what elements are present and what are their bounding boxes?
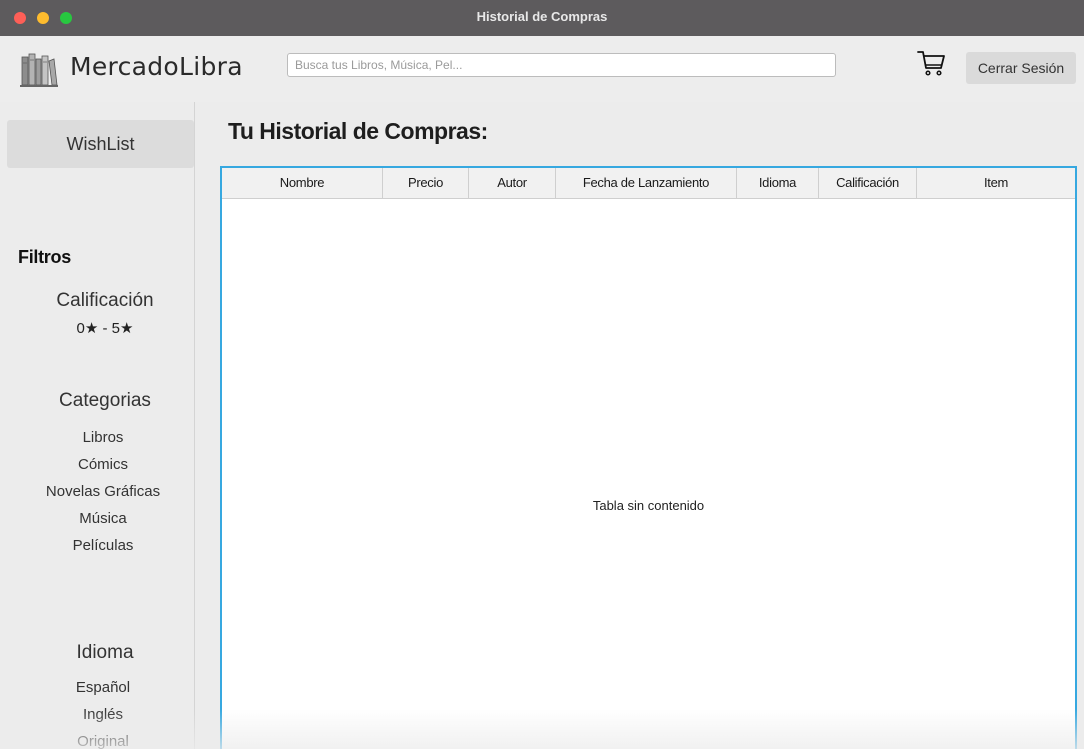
category-item-comics[interactable]: Cómics (0, 456, 206, 473)
brand-name: MercadoLibra (70, 52, 243, 81)
language-item-espanol[interactable]: Español (0, 679, 206, 696)
filters-title: Filtros (18, 247, 71, 267)
empty-table-message: Tabla sin contenido (592, 498, 705, 513)
language-item-original[interactable]: Original (0, 733, 206, 749)
sidebar: WishList Filtros Calificación 0★ - 5★ Ca… (0, 102, 195, 749)
window-title: Historial de Compras (476, 9, 608, 24)
column-header-nombre[interactable]: Nombre (222, 168, 383, 198)
language-item-ingles[interactable]: Inglés (0, 706, 206, 723)
category-item-novelas-graficas[interactable]: Novelas Gráficas (0, 483, 206, 500)
cart-icon[interactable] (916, 48, 946, 78)
rating-range[interactable]: 0★ - 5★ (0, 319, 210, 337)
search-input[interactable] (287, 53, 836, 77)
app-header: MercadoLibra Cerrar Sesión (0, 36, 1084, 102)
column-header-fecha-lanzamiento[interactable]: Fecha de Lanzamiento (556, 168, 737, 198)
wishlist-button[interactable]: WishList (7, 120, 194, 168)
column-header-precio[interactable]: Precio (383, 168, 469, 198)
column-header-idioma[interactable]: Idioma (737, 168, 819, 198)
logout-button[interactable]: Cerrar Sesión (966, 52, 1076, 84)
column-header-calificacion[interactable]: Calificación (819, 168, 917, 198)
categories-filter-title: Categorias (59, 390, 151, 411)
table-header: Nombre Precio Autor Fecha de Lanzamiento… (222, 168, 1075, 199)
column-header-autor[interactable]: Autor (469, 168, 556, 198)
column-header-item[interactable]: Item (917, 168, 1075, 198)
category-item-libros[interactable]: Libros (0, 429, 206, 446)
window-titlebar: Historial de Compras (0, 0, 1084, 36)
category-item-peliculas[interactable]: Películas (0, 537, 206, 554)
category-item-musica[interactable]: Música (0, 510, 206, 527)
purchase-history-table[interactable]: Nombre Precio Autor Fecha de Lanzamiento… (220, 166, 1077, 749)
rating-filter-title: Calificación (56, 290, 154, 311)
books-logo-icon (20, 53, 58, 87)
page-title: Tu Historial de Compras: (228, 118, 488, 144)
language-filter-title: Idioma (76, 642, 134, 663)
